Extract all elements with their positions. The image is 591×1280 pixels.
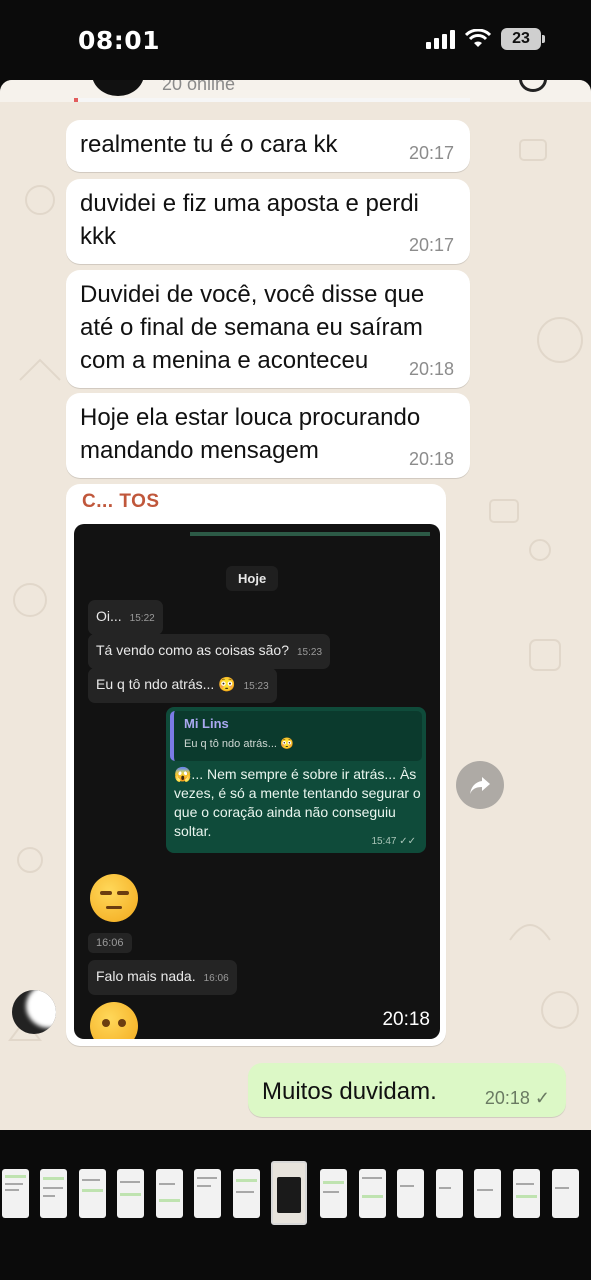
outgoing-message-bubble[interactable]: Muitos duvidam. 20:18 ✓ [248, 1063, 566, 1117]
chat-header[interactable]: 20 online [0, 80, 591, 102]
photo-thumbnail[interactable] [397, 1169, 424, 1218]
forward-button[interactable] [456, 761, 504, 809]
message-bubble[interactable]: duvidei e fiz uma aposta e perdi kkk 20:… [66, 179, 470, 264]
photo-thumbnail[interactable] [2, 1169, 29, 1218]
wifi-icon [465, 29, 491, 47]
screenshot-message-time: 15:23 [297, 647, 323, 658]
screenshot-message-text: Tá vendo como as coisas são? [96, 642, 289, 658]
photo-thumbnail[interactable] [320, 1169, 347, 1218]
message-bubble[interactable]: Duvidei de você, você disse que até o fi… [66, 270, 470, 388]
photo-thumbnail[interactable] [156, 1169, 183, 1218]
photo-thumbnail[interactable] [40, 1169, 67, 1218]
photo-thumbnail[interactable] [359, 1169, 386, 1218]
status-icons: 23 [426, 28, 545, 50]
message-time: 20:18 ✓ [484, 1088, 550, 1108]
sender-avatar[interactable] [12, 990, 56, 1034]
photo-thumbnail[interactable] [233, 1169, 260, 1218]
reply-time: 15:47 ✓✓ [371, 836, 416, 847]
message-text: duvidei e fiz uma aposta e perdi kkk [80, 190, 419, 250]
message-bubble[interactable]: realmente tu é o cara kk 20:17 [66, 120, 470, 172]
group-avatar[interactable] [92, 80, 144, 96]
status-time: 08:01 [78, 26, 161, 55]
message-text: Muitos duvidam. [262, 1078, 437, 1105]
photo-thumbnail[interactable] [117, 1169, 144, 1218]
photo-thumbnail-selected[interactable] [271, 1161, 307, 1225]
screenshot-incoming-message: Oi... 15:22 [88, 600, 163, 635]
message-text: Duvidei de você, você disse que até o fi… [80, 281, 425, 374]
cellular-signal-icon [426, 29, 455, 49]
sender-name: C... TOS [82, 491, 160, 512]
message-text: Hoje ela estar louca procurando mandando… [80, 404, 421, 464]
unamused-face-emoji-icon [90, 874, 138, 922]
emoji-time: 16:06 [88, 933, 132, 953]
photo-thumbnail[interactable] [79, 1169, 106, 1218]
message-time: 20:17 [408, 235, 454, 255]
reply-text: 😱... Nem sempre é sobre ir atrás... Às v… [174, 766, 421, 839]
screenshot-message-time: 16:06 [203, 973, 229, 984]
message-time: 20:17 [408, 143, 454, 163]
message-time: 20:18 [408, 449, 454, 469]
message-bubble[interactable]: Hoje ela estar louca procurando mandando… [66, 393, 470, 478]
quoted-sender: Mi Lins [184, 716, 229, 731]
photo-thumbnail[interactable] [474, 1169, 501, 1218]
photo-thumbnail[interactable] [552, 1169, 579, 1218]
chat-area[interactable]: 20 online realmente tu é o cara kk 20:17… [0, 80, 591, 1130]
message-time: 20:18 [408, 359, 454, 379]
screenshot-incoming-message: Falo mais nada. 16:06 [88, 960, 237, 995]
previous-message-edge [74, 98, 470, 102]
image-message-bubble[interactable]: C... TOS Hoje Oi... 15:22 Tá vendo como a… [66, 484, 446, 1046]
screenshot-image[interactable]: Hoje Oi... 15:22 Tá vendo como as coisas … [74, 524, 440, 1039]
screenshot-message-time: 15:22 [129, 613, 155, 624]
screenshot-message-text: Eu q tô ndo atrás... 😳 [96, 676, 236, 692]
online-count: 20 online [162, 80, 236, 94]
photo-thumbnail[interactable] [194, 1169, 221, 1218]
photo-thumbnail-strip[interactable] [0, 1130, 591, 1280]
quoted-text: Eu q tô ndo atrás... 😳 [184, 738, 294, 750]
photo-thumbnail[interactable] [436, 1169, 463, 1218]
forward-arrow-icon [470, 777, 490, 794]
screenshot-incoming-message: Tá vendo como as coisas são? 15:23 [88, 634, 331, 669]
header-action-icon[interactable] [519, 80, 547, 92]
screenshot-reply-message: Mi Lins Eu q tô ndo atrás... 😳 😱... Nem … [166, 707, 426, 853]
zipper-mouth-emoji-icon [90, 1002, 138, 1039]
screenshot-message-text: Falo mais nada. [96, 968, 196, 984]
screenshot-top-edge [190, 532, 430, 536]
date-chip: Hoje [226, 566, 279, 591]
screenshot-incoming-message: Eu q tô ndo atrás... 😳 15:23 [88, 668, 277, 703]
status-bar: 08:01 23 [0, 0, 591, 80]
screenshot-message-text: Oi... [96, 608, 122, 624]
photo-thumbnail[interactable] [513, 1169, 540, 1218]
image-time: 20:18 [382, 1009, 430, 1030]
quoted-message: Mi Lins Eu q tô ndo atrás... 😳 [170, 711, 422, 761]
message-text: realmente tu é o cara kk [80, 131, 338, 158]
screenshot-message-time: 15:23 [243, 681, 269, 692]
battery-icon: 23 [501, 28, 545, 50]
